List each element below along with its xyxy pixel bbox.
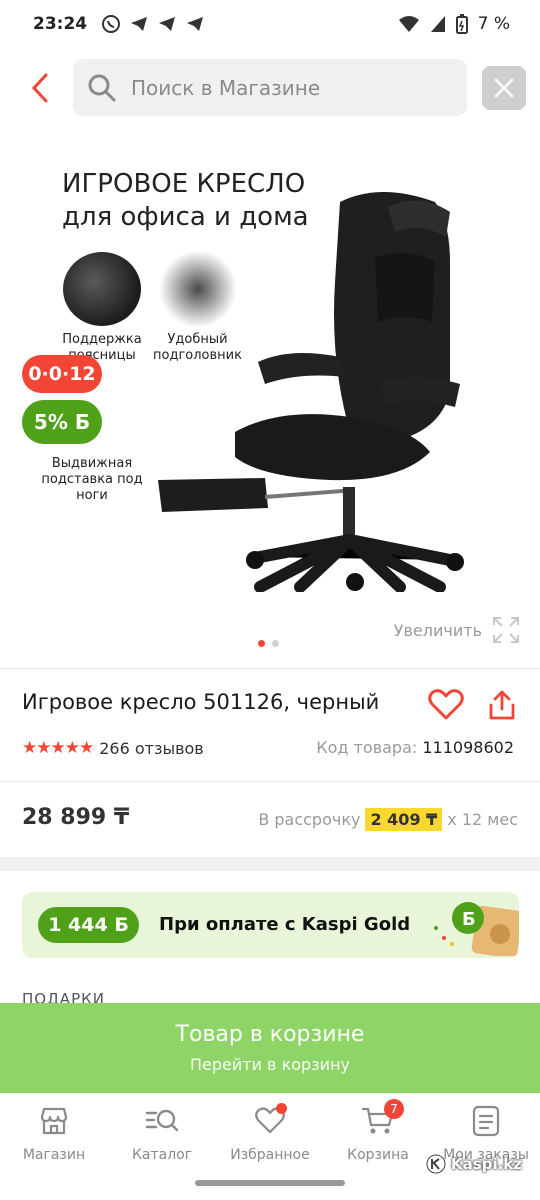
gaming-chair-image	[158, 192, 464, 592]
nav-label: Избранное	[230, 1147, 310, 1163]
nav-item-shop[interactable]: Магазин	[0, 1093, 108, 1200]
signal-icon	[430, 16, 445, 32]
nav-item-orders[interactable]: Мои заказы	[432, 1093, 540, 1200]
system-icons: 7 %	[398, 14, 510, 34]
whatsapp-icon	[102, 15, 121, 33]
price: 28 899 ₸	[22, 805, 130, 830]
product-title: Игровое кресло 501126, черный	[22, 690, 380, 714]
gold-bonus-pill: 1 444 Б	[38, 907, 139, 943]
share-icon	[489, 690, 515, 720]
bonus-badge: 5% Б	[22, 400, 102, 444]
notification-icons	[101, 14, 205, 34]
favorites-new-dot	[276, 1103, 287, 1114]
gallery-pagination	[258, 640, 279, 647]
favorite-button[interactable]	[426, 685, 466, 725]
telegram-icon	[159, 17, 176, 31]
cart-cta-subtitle: Перейти в корзину	[189, 1055, 351, 1074]
search-input[interactable]	[131, 75, 431, 100]
svg-text:Б: Б	[462, 909, 476, 930]
rating[interactable]: ★★★★★ 266 отзывов	[22, 738, 204, 758]
go-to-cart-button[interactable]: Товар в корзине Перейти в корзину	[0, 1003, 540, 1093]
feature-footrest: Выдвижная подставка под ноги	[40, 456, 144, 504]
installment-amount: 2 409 ₸	[365, 808, 443, 831]
nav-label: Каталог	[131, 1147, 193, 1163]
search-header	[0, 58, 540, 118]
divider	[0, 781, 540, 782]
back-button[interactable]	[20, 68, 60, 108]
chevron-left-icon	[31, 73, 48, 103]
pagination-dot[interactable]	[272, 640, 279, 647]
search-box[interactable]	[73, 59, 467, 116]
heart-icon	[428, 689, 464, 720]
kaspi-gold-banner[interactable]: 1 444 Б При оплате с Kaspi Gold Б	[22, 892, 519, 958]
zoom-label: Увеличить	[393, 620, 482, 640]
kaspi-logo-icon	[426, 1154, 446, 1174]
sku: Код товара: 111098602	[316, 738, 514, 757]
product-gallery[interactable]: ИГРОВОЕ КРЕСЛО для офиса и дома Поддержк…	[0, 130, 540, 660]
share-button[interactable]	[482, 685, 522, 725]
lumbar-thumbnail	[63, 252, 141, 326]
battery-icon	[455, 14, 468, 34]
telegram-icon	[187, 17, 204, 31]
nav-label: Корзина	[347, 1147, 409, 1163]
sku-label: Код товара:	[316, 738, 418, 757]
installment-term: x 12 мес	[447, 810, 518, 829]
cart-count-badge: 7	[384, 1099, 404, 1119]
nav-label: Магазин	[22, 1147, 86, 1163]
wifi-icon	[398, 16, 419, 32]
home-indicator[interactable]	[195, 1180, 345, 1186]
feature-label: Выдвижная подставка под ноги	[41, 456, 143, 503]
catalog-icon	[145, 1109, 179, 1132]
search-icon	[88, 74, 116, 101]
section-separator	[0, 857, 540, 871]
installment-label: В рассрочку	[258, 810, 361, 829]
reviews-count[interactable]: 266 отзывов	[99, 739, 204, 758]
telegram-icon	[131, 17, 148, 31]
shop-icon	[40, 1107, 68, 1135]
gold-banner-text: При оплате с Kaspi Gold	[159, 914, 411, 935]
close-icon	[494, 78, 514, 98]
pagination-dot-active[interactable]	[258, 640, 265, 647]
cart-cta-title: Товар в корзине	[175, 1022, 365, 1047]
zoom-button[interactable]: Увеличить	[394, 616, 520, 644]
kaspi-watermark: Kaspi.kz	[426, 1154, 522, 1174]
sku-value: 111098602	[422, 738, 514, 757]
installment-info[interactable]: В рассрочку 2 409 ₸ x 12 мес	[258, 808, 518, 831]
star-rating-icon: ★★★★★	[22, 738, 94, 758]
status-bar: 23:24 7 %	[0, 0, 540, 48]
feature-lumbar: Поддержка поясницы	[56, 252, 148, 364]
battery-level: 7 %	[477, 14, 510, 34]
credit-badge: 0·0·12	[22, 355, 102, 393]
expand-icon	[493, 617, 519, 643]
status-time: 23:24	[33, 14, 88, 34]
watermark-text: Kaspi.kz	[451, 1155, 522, 1173]
clear-search-button[interactable]	[482, 66, 526, 110]
orders-icon	[472, 1105, 500, 1137]
kaspi-gold-card-icon: Б	[434, 902, 519, 956]
divider	[0, 668, 540, 669]
